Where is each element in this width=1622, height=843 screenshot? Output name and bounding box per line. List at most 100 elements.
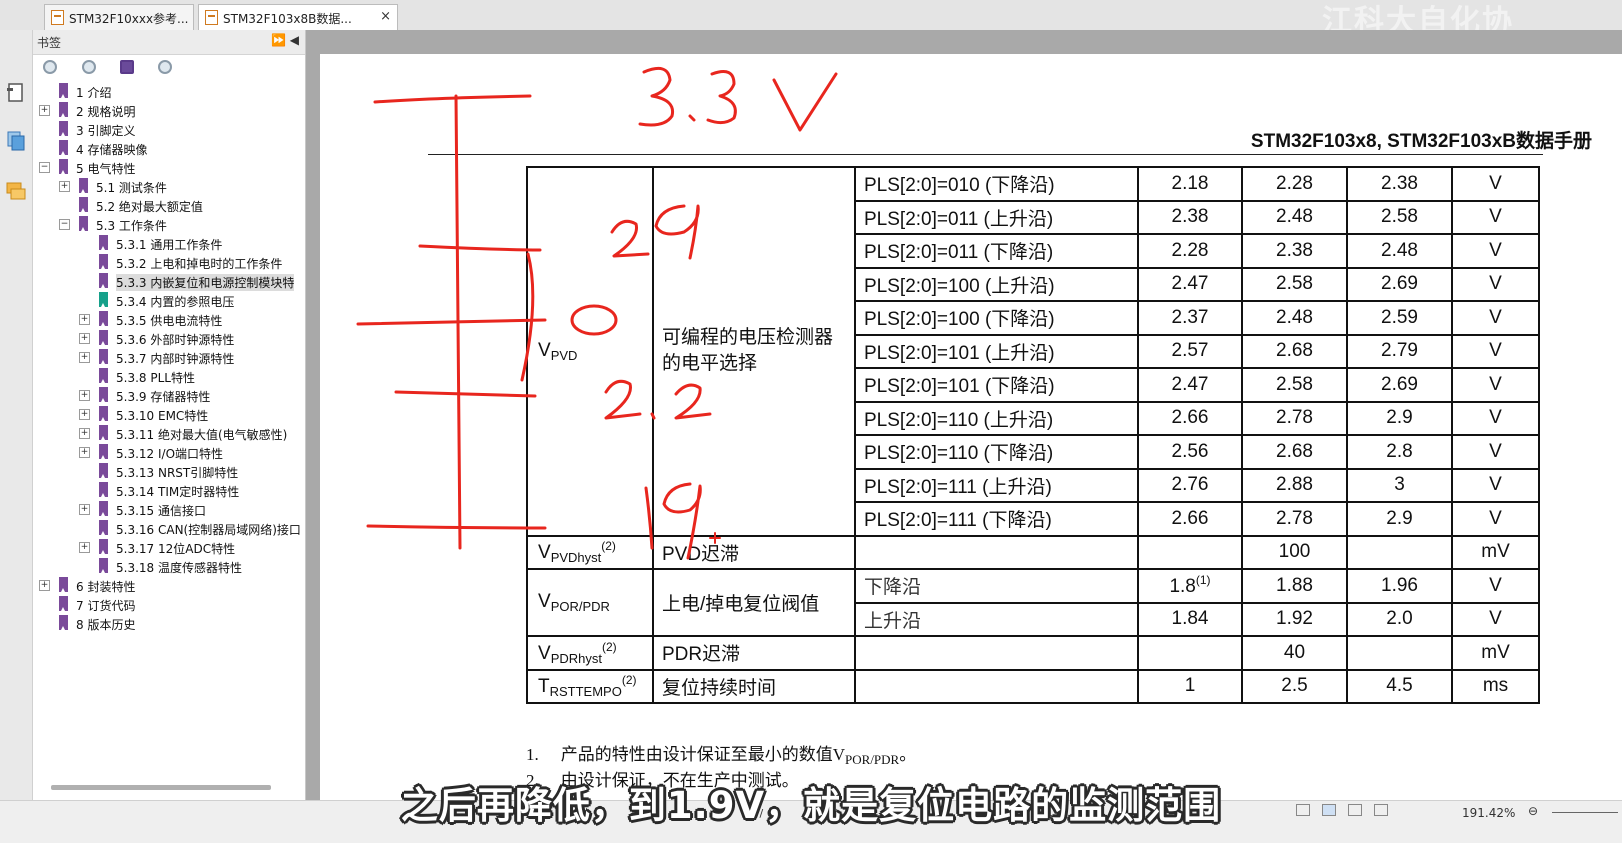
panel-controls[interactable]: ⏩ ◀ [271, 33, 299, 47]
bookmarks-title: 书签 [37, 36, 62, 50]
bookmark-tool-icon[interactable] [82, 60, 96, 74]
symbol-cell: VPVDhyst(2) [526, 534, 654, 570]
close-icon[interactable]: × [380, 9, 391, 24]
expand-icon[interactable]: + [79, 504, 90, 515]
pvd-spec-table: VPVD 可编程的电压检测器的电平选择 PLS[2:0]=010 (下降沿) 2.18… [526, 166, 1540, 704]
bookmark-icon [59, 83, 68, 98]
video-subtitle: 之后再降低，到1.9V，就是复位电路的监测范围 [400, 784, 1222, 827]
unit-cell: V [1451, 266, 1540, 302]
condition-cell: PLS[2:0]=110 (上升沿) [854, 400, 1139, 436]
min-cell: 2.76 [1137, 467, 1243, 503]
expand-icon[interactable]: + [79, 447, 90, 458]
header-rule [428, 154, 1543, 155]
min-cell [1137, 635, 1243, 671]
page-thumbnail-icon[interactable] [6, 82, 26, 104]
bookmarks-panel: 书签 ⏩ ◀ 1 介绍 +2 规格说明 3 引脚定义 4 存储器映像 − 5 电气特性 +5… [33, 30, 306, 800]
expand-icon[interactable]: + [59, 181, 70, 192]
description-cell: 可编程的电压检测器的电平选择 [652, 166, 856, 537]
min-cell: 2.66 [1137, 501, 1243, 537]
bookmark-icon [59, 596, 68, 611]
tab-datasheet[interactable]: STM32F103x8B数据... × [198, 4, 398, 30]
expand-icon[interactable]: + [79, 542, 90, 553]
typ-cell: 1.88 [1241, 568, 1348, 604]
bookmarks-header: 书签 ⏩ ◀ [33, 30, 305, 55]
bookmark-label: 5.3.10 EMC特性 [116, 409, 209, 423]
bookmark-label: 8 版本历史 [76, 618, 136, 632]
expand-icon[interactable]: + [39, 105, 50, 116]
bookmark-label: 5.3.4 内置的参照电压 [116, 295, 235, 309]
min-cell: 1.8(1) [1137, 568, 1243, 604]
bookmark-label: 4 存储器映像 [76, 143, 148, 157]
max-cell: 2.0 [1346, 601, 1453, 637]
expand-icon[interactable]: + [79, 352, 90, 363]
expand-icon[interactable]: + [79, 428, 90, 439]
bookmark-label: 5.3.3 内嵌复位和电源控制模块特 [116, 274, 295, 291]
unit-cell: mV [1451, 534, 1540, 570]
unit-cell: V [1451, 501, 1540, 537]
bookmark-label: 7 订货代码 [76, 599, 136, 613]
bookmark-icon [99, 558, 108, 573]
tab-label: STM32F10xxx参考... [69, 12, 189, 26]
bookmark-label: 5.3.13 NRST引脚特性 [116, 466, 239, 480]
bookmark-label: 2 规格说明 [76, 105, 136, 119]
typ-cell: 2.48 [1241, 199, 1348, 235]
bookmark-label: 3 引脚定义 [76, 124, 136, 138]
bookmark-icon [79, 216, 88, 231]
expand-icon[interactable]: + [79, 314, 90, 325]
symbol-cell: VPDRhyst(2) [526, 635, 654, 671]
min-cell [1137, 534, 1243, 570]
unit-cell: V [1451, 367, 1540, 403]
max-cell: 3 [1346, 467, 1453, 503]
bookmark-tool-icon[interactable] [158, 60, 172, 74]
max-cell: 2.38 [1346, 166, 1453, 202]
min-cell: 2.47 [1137, 266, 1243, 302]
tab-reference-manual[interactable]: STM32F10xxx参考... [44, 4, 194, 30]
bookmark-icon [99, 254, 108, 269]
expand-icon[interactable]: + [79, 409, 90, 420]
condition-cell [854, 635, 1139, 671]
bookmark-label: 5.3 工作条件 [96, 219, 167, 233]
condition-cell: PLS[2:0]=110 (下降沿) [854, 434, 1139, 470]
comments-icon[interactable] [6, 180, 26, 202]
bookmark-icon [99, 292, 108, 307]
unit-cell: V [1451, 333, 1540, 369]
layers-icon[interactable] [6, 130, 26, 152]
table-row: VPVDhyst(2) PVD迟滞 100 mV [526, 534, 1540, 570]
typ-cell: 2.48 [1241, 300, 1348, 336]
pdf-file-icon [51, 10, 64, 25]
bookmark-icon [59, 577, 68, 592]
typ-cell: 2.28 [1241, 166, 1348, 202]
bookmark-icon [99, 273, 108, 288]
min-cell: 2.37 [1137, 300, 1243, 336]
condition-cell: PLS[2:0]=011 (上升沿) [854, 199, 1139, 235]
typ-cell: 2.78 [1241, 400, 1348, 436]
collapse-icon[interactable]: − [59, 219, 70, 230]
max-cell: 2.69 [1346, 266, 1453, 302]
expand-icon[interactable]: + [79, 390, 90, 401]
typ-cell: 2.88 [1241, 467, 1348, 503]
condition-cell: 下降沿 [854, 568, 1139, 604]
typ-cell: 2.68 [1241, 333, 1348, 369]
expand-icon[interactable]: + [39, 580, 50, 591]
unit-cell: V [1451, 166, 1540, 202]
table-row: TRSTTEMPO(2) 复位持续时间 1 2.5 4.5 ms [526, 668, 1540, 704]
min-cell: 2.56 [1137, 434, 1243, 470]
collapse-icon[interactable]: − [39, 162, 50, 173]
bookmark-label: 5.3.2 上电和掉电时的工作条件 [116, 257, 283, 271]
bookmark-tool-icon[interactable] [43, 60, 57, 74]
unit-cell: V [1451, 434, 1540, 470]
typ-cell: 2.58 [1241, 367, 1348, 403]
typ-cell: 2.5 [1241, 668, 1348, 704]
unit-cell: ms [1451, 668, 1540, 704]
unit-cell: V [1451, 568, 1540, 604]
bookmark-label: 5.3.9 存储器特性 [116, 390, 211, 404]
bookmark-icon [59, 121, 68, 136]
bookmark-icon [99, 539, 108, 554]
bookmark-flag-icon[interactable] [120, 60, 134, 74]
bookmark-label: 5.3.15 通信接口 [116, 504, 206, 518]
bookmark-label: 1 介绍 [76, 86, 112, 100]
unit-cell: mV [1451, 635, 1540, 671]
expand-icon[interactable]: + [79, 333, 90, 344]
bookmark-label: 5.3.11 绝对最大值(电气敏感性) [116, 428, 288, 442]
description-cell: 复位持续时间 [652, 668, 856, 704]
